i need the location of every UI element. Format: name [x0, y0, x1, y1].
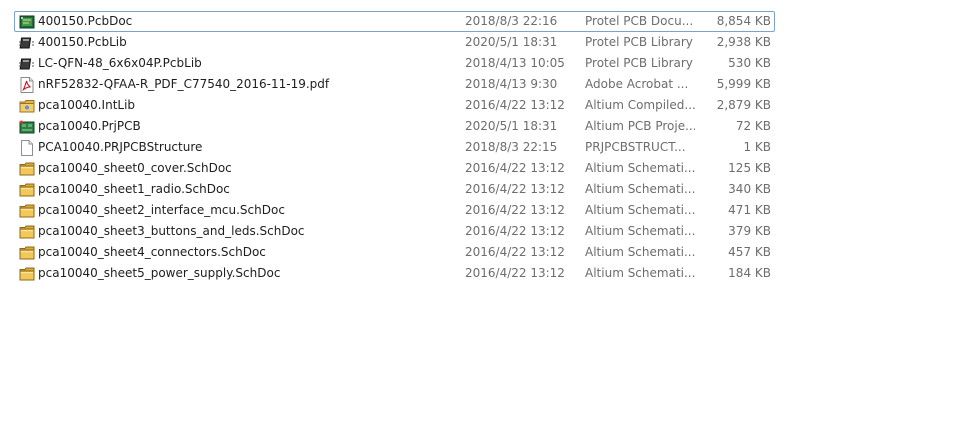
file-row[interactable]: 400150.PcbDoc 2018/8/3 22:16 Protel PCB Do…: [14, 11, 775, 32]
file-name: pca10040_sheet3_buttons_and_leds.SchDoc: [38, 224, 305, 238]
intlib-icon: [19, 96, 35, 115]
file-date-modified: 2016/4/22 13:12: [465, 266, 565, 280]
file-size: 184 KB: [728, 266, 771, 280]
file-type: Altium Schemati...: [585, 161, 695, 175]
file-type: Protel PCB Docu...: [585, 14, 694, 28]
pcb-project-icon: [19, 117, 35, 136]
file-row[interactable]: pca10040.PrjPCB 2020/5/1 18:31 Altium PCB …: [14, 116, 775, 137]
schematic-icon: [19, 243, 35, 262]
file-date-modified: 2016/4/22 13:12: [465, 161, 565, 175]
file-name: 400150.PcbLib: [38, 35, 127, 49]
file-type: Altium Schemati...: [585, 224, 695, 238]
file-list: 400150.PcbDoc 2018/8/3 22:16 Protel PCB Do…: [14, 11, 775, 284]
schematic-icon: [19, 222, 35, 241]
file-date-modified: 2018/4/13 10:05: [465, 56, 565, 70]
schematic-icon: [19, 180, 35, 199]
file-size: 457 KB: [728, 245, 771, 259]
file-name: nRF52832-QFAA-R_PDF_C77540_2016-11-19.pd…: [38, 77, 330, 91]
file-row[interactable]: pca10040_sheet5_power_supply.SchDoc 2016/…: [14, 263, 775, 284]
file-size: 2,938 KB: [716, 35, 771, 49]
file-date-modified: 2016/4/22 13:12: [465, 203, 565, 217]
file-size: 125 KB: [728, 161, 771, 175]
file-row[interactable]: PCA10040.PRJPCBStructure 2018/8/3 22:15 PR…: [14, 137, 775, 158]
file-date-modified: 2016/4/22 13:12: [465, 98, 565, 112]
pdf-icon: [19, 75, 35, 94]
file-type: Altium Compiled...: [585, 98, 695, 112]
file-row[interactable]: pca10040_sheet0_cover.SchDoc 2016/4/22 13…: [14, 158, 775, 179]
file-row[interactable]: nRF52832-QFAA-R_PDF_C77540_2016-11-19.pd…: [14, 74, 775, 95]
file-name: pca10040.PrjPCB: [38, 119, 141, 133]
file-size: 8,854 KB: [716, 14, 771, 28]
file-size: 471 KB: [728, 203, 771, 217]
file-name: pca10040_sheet4_connectors.SchDoc: [38, 245, 266, 259]
schematic-icon: [19, 201, 35, 220]
file-type: Altium PCB Proje...: [585, 119, 695, 133]
file-type: Altium Schemati...: [585, 182, 695, 196]
file-name: LC-QFN-48_6x6x04P.PcbLib: [38, 56, 202, 70]
file-row[interactable]: pca10040_sheet2_interface_mcu.SchDoc 2016…: [14, 200, 775, 221]
pcb-lib-icon: [19, 54, 35, 73]
file-type: Adobe Acrobat ...: [585, 77, 689, 91]
file-type: Protel PCB Library: [585, 56, 693, 70]
file-size: 530 KB: [728, 56, 771, 70]
file-name: pca10040_sheet1_radio.SchDoc: [38, 182, 230, 196]
file-row[interactable]: pca10040.IntLib 2016/4/22 13:12 Altium Com…: [14, 95, 775, 116]
file-type: Altium Schemati...: [585, 266, 695, 280]
file-date-modified: 2016/4/22 13:12: [465, 245, 565, 259]
pcb-lib-icon: [19, 33, 35, 52]
file-date-modified: 2018/8/3 22:15: [465, 140, 558, 154]
file-row[interactable]: pca10040_sheet3_buttons_and_leds.SchDoc 2…: [14, 221, 775, 242]
blank-file-icon: [19, 138, 35, 157]
file-name: pca10040_sheet0_cover.SchDoc: [38, 161, 232, 175]
file-size: 340 KB: [728, 182, 771, 196]
file-name: PCA10040.PRJPCBStructure: [38, 140, 203, 154]
schematic-icon: [19, 159, 35, 178]
file-date-modified: 2016/4/22 13:12: [465, 224, 565, 238]
file-size: 5,999 KB: [716, 77, 771, 91]
file-name: pca10040_sheet2_interface_mcu.SchDoc: [38, 203, 285, 217]
pcb-doc-icon: [19, 12, 35, 31]
file-type: Altium Schemati...: [585, 203, 695, 217]
file-size: 2,879 KB: [716, 98, 771, 112]
file-date-modified: 2018/4/13 9:30: [465, 77, 558, 91]
file-type: Protel PCB Library: [585, 35, 693, 49]
file-size: 1 KB: [743, 140, 771, 154]
file-name: pca10040_sheet5_power_supply.SchDoc: [38, 266, 281, 280]
file-type: PRJPCBSTRUCT...: [585, 140, 686, 154]
file-type: Altium Schemati...: [585, 245, 695, 259]
schematic-icon: [19, 264, 35, 283]
file-row[interactable]: pca10040_sheet1_radio.SchDoc 2016/4/22 13…: [14, 179, 775, 200]
file-date-modified: 2020/5/1 18:31: [465, 35, 558, 49]
file-date-modified: 2016/4/22 13:12: [465, 182, 565, 196]
file-row[interactable]: 400150.PcbLib 2020/5/1 18:31 Protel PCB Li…: [14, 32, 775, 53]
file-name: 400150.PcbDoc: [38, 14, 133, 28]
file-row[interactable]: LC-QFN-48_6x6x04P.PcbLib 2018/4/13 10:05 P…: [14, 53, 775, 74]
file-name: pca10040.IntLib: [38, 98, 136, 112]
file-date-modified: 2018/8/3 22:16: [465, 14, 558, 28]
file-date-modified: 2020/5/1 18:31: [465, 119, 558, 133]
file-row[interactable]: pca10040_sheet4_connectors.SchDoc 2016/4/…: [14, 242, 775, 263]
file-size: 72 KB: [735, 119, 771, 133]
file-size: 379 KB: [728, 224, 771, 238]
